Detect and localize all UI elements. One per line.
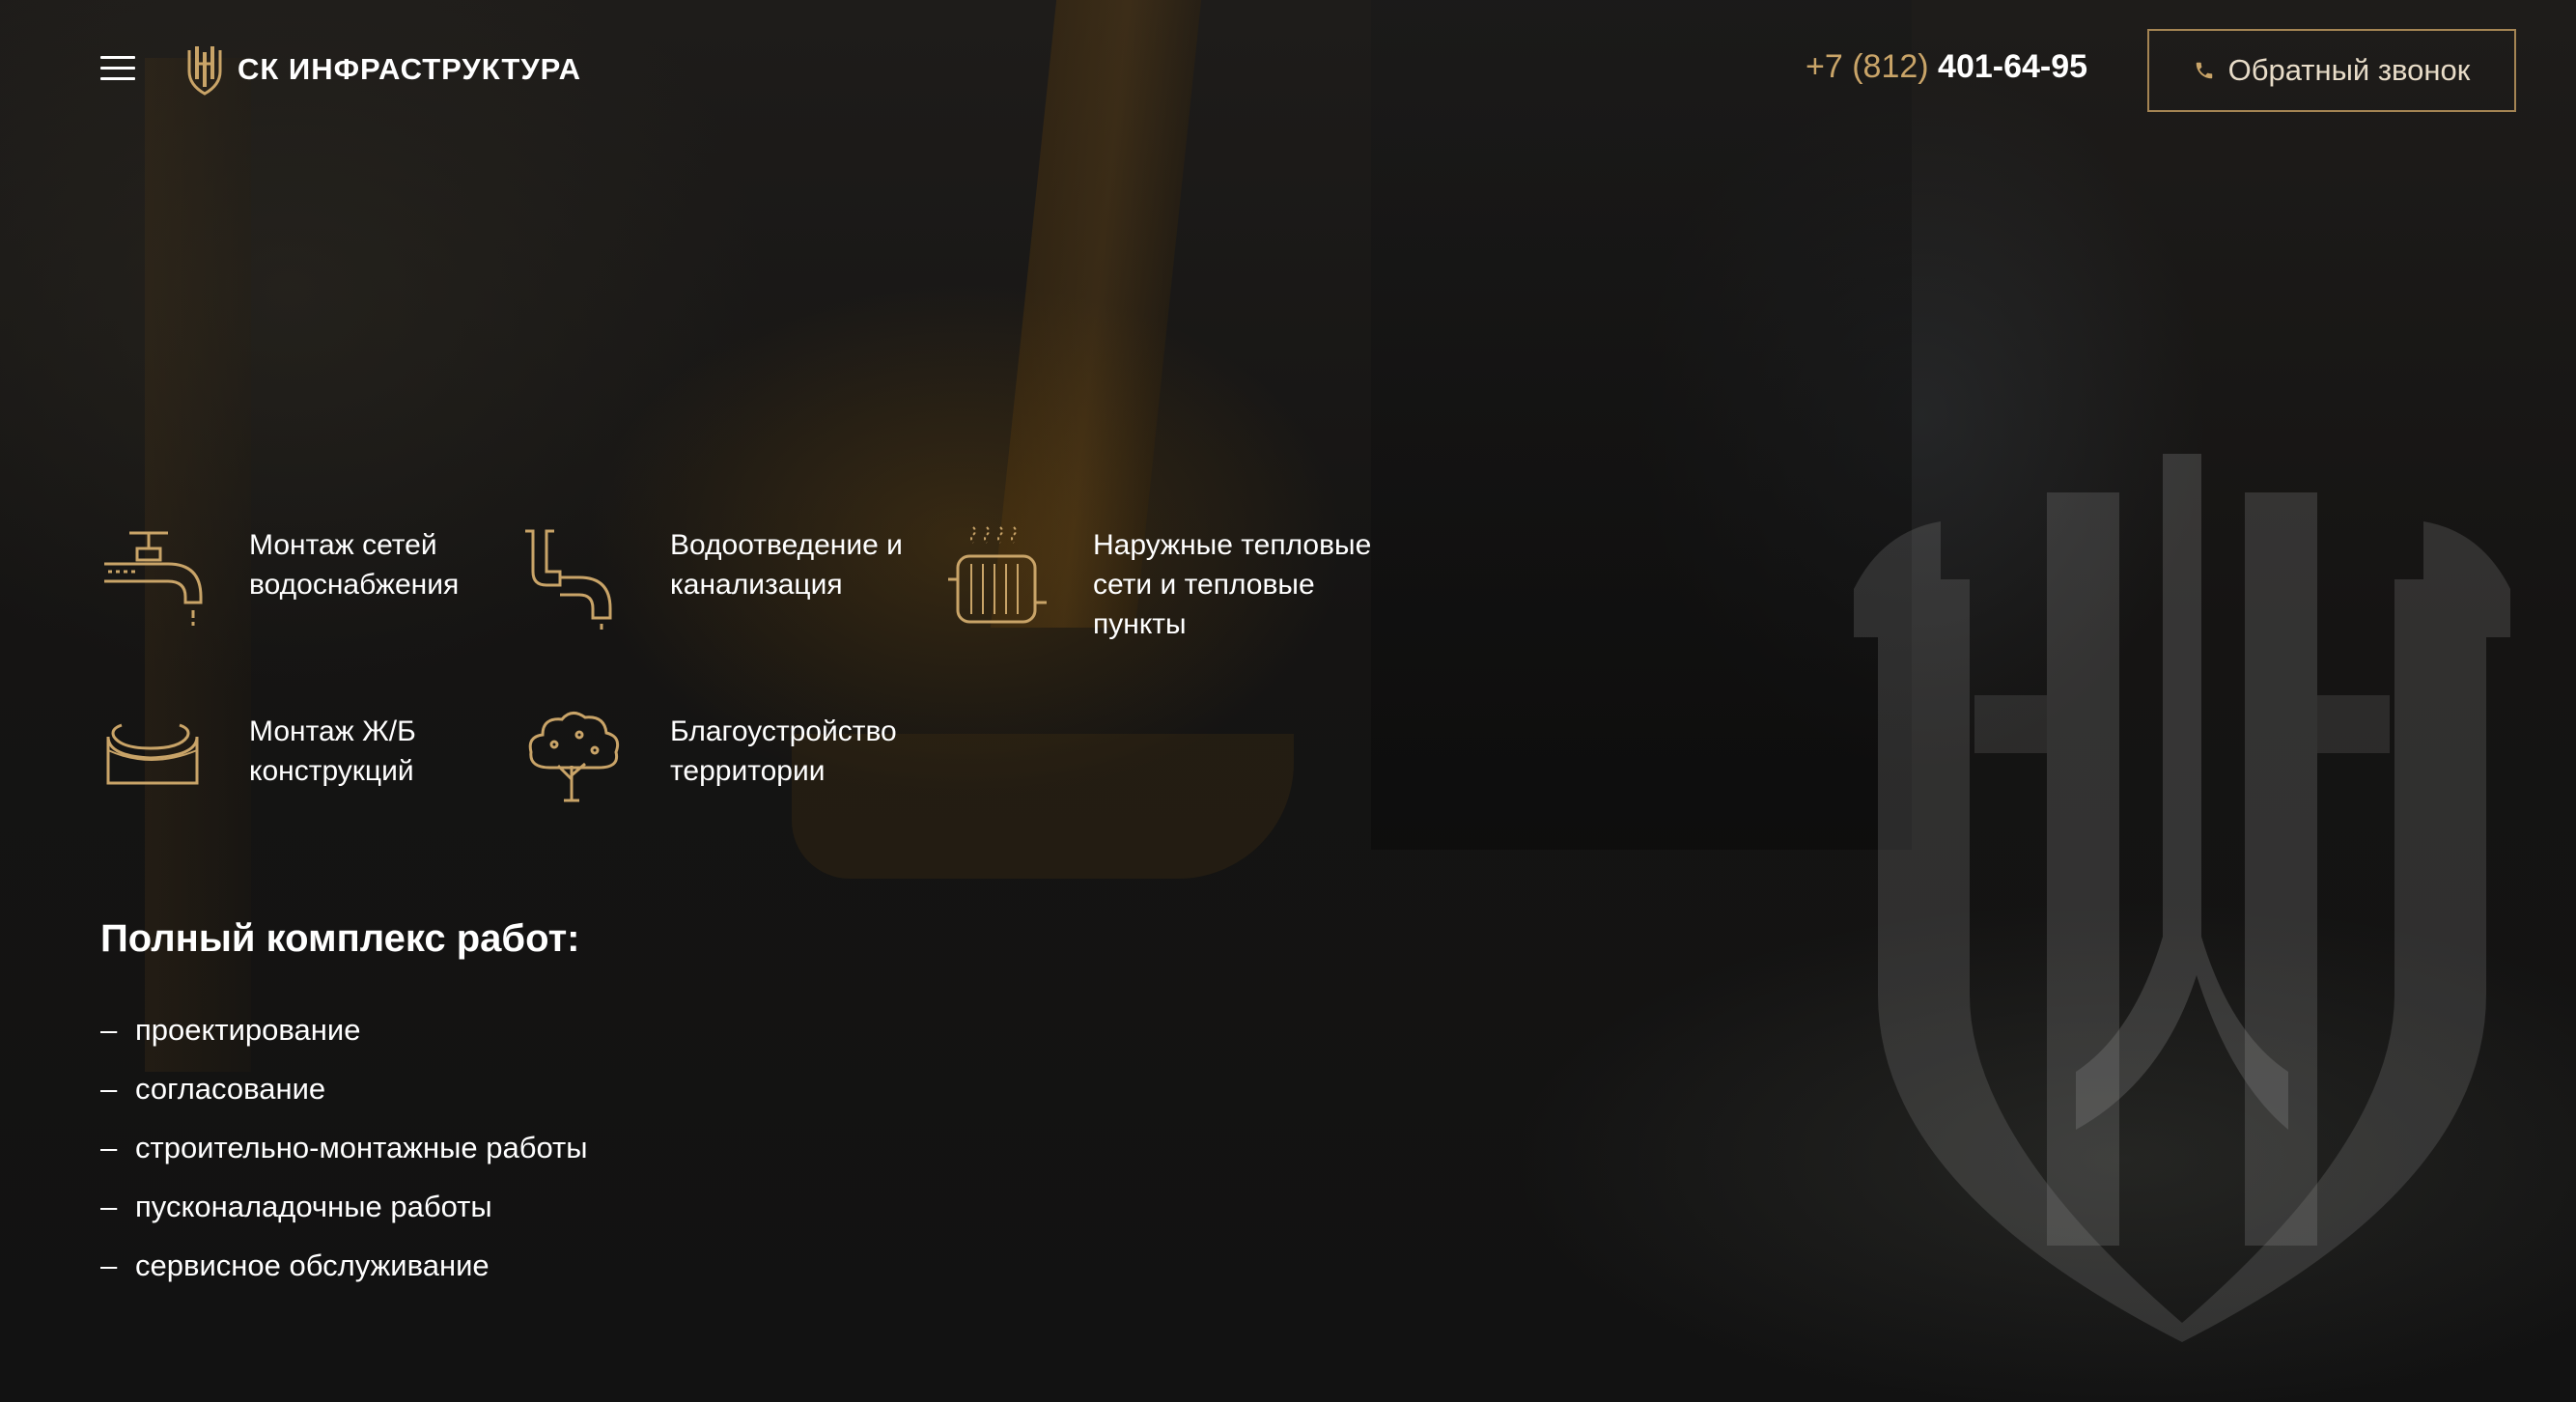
service-label: Наружные тепловые сети и тепловые пункты bbox=[1093, 529, 1372, 640]
phone-icon bbox=[2196, 62, 2212, 79]
tree-icon bbox=[528, 712, 620, 802]
service-label: Монтаж сетей водоснабжения bbox=[249, 529, 460, 601]
phone-link[interactable]: +7 (812) 401-64-95 bbox=[1806, 48, 2087, 86]
service-label: Водоотведение и канализация bbox=[670, 529, 903, 601]
concrete-ring-icon bbox=[106, 723, 199, 785]
list-item: согласование bbox=[100, 1059, 588, 1118]
callback-label: Обратный звонок bbox=[2227, 53, 2471, 87]
works-list: проектирование согласование строительно-… bbox=[100, 1000, 588, 1295]
list-item: проектирование bbox=[100, 1000, 588, 1059]
list-item: пусконаладочные работы bbox=[100, 1177, 588, 1236]
service-item-heating-networks[interactable]: Наружные тепловые сети и тепловые пункты bbox=[944, 521, 1392, 644]
water-tap-icon bbox=[104, 531, 203, 626]
works-title: Полный комплекс работ: bbox=[100, 917, 580, 960]
logo-emblem-icon bbox=[187, 46, 222, 96]
list-item: строительно-монтажные работы bbox=[100, 1118, 588, 1177]
radiator-icon bbox=[948, 526, 1047, 624]
list-item: сервисное обслуживание bbox=[100, 1236, 588, 1295]
logo[interactable]: СК ИНФРАСТРУКТУРА bbox=[185, 42, 581, 97]
service-item-water-supply[interactable]: Монтаж сетей водоснабжения bbox=[100, 521, 548, 633]
service-item-landscaping[interactable]: Благоустройство территории bbox=[521, 708, 969, 820]
phone-number: 401-64-95 bbox=[1938, 48, 2088, 85]
background-photo-excavator-cab bbox=[1371, 0, 1912, 850]
company-name: СК ИНФРАСТРУКТУРА bbox=[238, 52, 581, 86]
phone-prefix: +7 (812) bbox=[1806, 48, 1929, 85]
service-item-drainage[interactable]: Водоотведение и канализация bbox=[521, 521, 969, 633]
drain-pipe-icon bbox=[525, 529, 612, 630]
service-label: Монтаж Ж/Б конструкций bbox=[249, 715, 416, 787]
callback-button[interactable]: Обратный звонок bbox=[2147, 29, 2516, 112]
service-label: Благоустройство территории bbox=[670, 715, 897, 787]
service-item-concrete-structures[interactable]: Монтаж Ж/Б конструкций bbox=[100, 708, 548, 820]
hamburger-menu-icon[interactable] bbox=[100, 56, 135, 81]
watermark-emblem bbox=[1854, 454, 2510, 1342]
